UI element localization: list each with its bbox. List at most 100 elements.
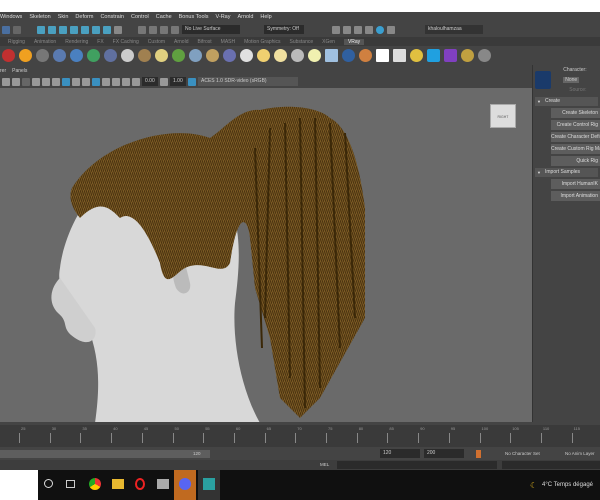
snap-live-icon[interactable] [103, 25, 111, 34]
color-management-icon[interactable] [188, 77, 196, 86]
gamma-field[interactable]: 1.00 [170, 77, 186, 86]
menu-vray[interactable]: V-Ray [216, 14, 231, 20]
vray-curve-icon[interactable] [206, 49, 219, 62]
vray-ball-icon[interactable] [223, 49, 236, 62]
create-section-header[interactable]: Create [535, 97, 598, 106]
vray-fur-icon[interactable] [138, 49, 151, 62]
isolate-icon[interactable] [102, 77, 110, 86]
tab-fx[interactable]: FX [97, 39, 103, 45]
menu-arnold[interactable]: Arnold [238, 14, 254, 20]
anim-end-field[interactable]: 200 [424, 449, 464, 458]
anim-layer-dropdown[interactable]: No Anim Layer [565, 451, 595, 456]
input-icon[interactable] [149, 25, 157, 34]
menu-help[interactable]: Help [260, 14, 271, 20]
playback-end-field[interactable]: 120 [380, 449, 420, 458]
vray-plant-icon[interactable] [172, 49, 185, 62]
wireframe-icon[interactable] [32, 77, 40, 86]
viewport[interactable]: RIGHT [0, 88, 532, 422]
light-editor-icon[interactable] [387, 25, 395, 34]
aa-icon[interactable] [122, 77, 130, 86]
range-bar[interactable] [0, 450, 210, 458]
menu-bonus-tools[interactable]: Bonus Tools [179, 14, 209, 20]
lasso-icon[interactable] [13, 25, 21, 34]
import-samples-header[interactable]: Import Samples [535, 168, 598, 177]
discord-taskbar-button[interactable] [174, 470, 196, 500]
vray-dots-icon[interactable] [461, 49, 474, 62]
snap-grid-icon[interactable] [37, 25, 45, 34]
tab-mash[interactable]: MASH [221, 39, 235, 45]
vray-mtl-icon[interactable] [342, 49, 355, 62]
history-icon[interactable] [138, 25, 146, 34]
shadows-icon[interactable] [72, 77, 80, 86]
render-icon[interactable] [332, 25, 340, 34]
vray-fire-icon[interactable] [19, 49, 32, 62]
command-input[interactable] [337, 461, 497, 469]
gamma-icon[interactable] [160, 77, 168, 86]
vray-blend-icon[interactable] [359, 49, 372, 62]
symmetry-dropdown[interactable]: Symmetry: Off [264, 25, 304, 34]
hypershade-icon[interactable] [365, 25, 373, 34]
film-gate-icon[interactable] [12, 77, 20, 86]
menu-cache[interactable]: Cache [156, 14, 172, 20]
mel-label[interactable]: MEL [320, 462, 329, 467]
construction-icon[interactable] [171, 25, 179, 34]
lights-icon[interactable] [62, 77, 70, 86]
lock-icon[interactable] [114, 25, 122, 34]
character-set-dropdown[interactable]: No Character Set [505, 451, 540, 456]
help-icon[interactable] [478, 49, 491, 62]
search-box[interactable] [0, 470, 38, 500]
menu-skeleton[interactable]: Skeleton [29, 14, 50, 20]
opera-icon[interactable] [135, 478, 145, 490]
menu-renderer[interactable]: rer [0, 68, 6, 74]
vray-render-icon[interactable] [2, 49, 15, 62]
output-icon[interactable] [160, 25, 168, 34]
character-dropdown[interactable]: None [563, 77, 580, 83]
menu-skin[interactable]: Skin [58, 14, 69, 20]
app-icon[interactable] [157, 479, 169, 489]
tab-custom[interactable]: Custom [148, 39, 165, 45]
file-explorer-icon[interactable] [112, 479, 124, 489]
vray-sphere-icon[interactable] [53, 49, 66, 62]
snap-curve-icon[interactable] [48, 25, 56, 34]
vray-sun-icon[interactable] [308, 49, 321, 62]
auto-key-icon[interactable] [476, 450, 481, 458]
exposure-icon[interactable] [132, 77, 140, 86]
menu-deform[interactable]: Deform [75, 14, 93, 20]
vray-bulb-icon[interactable] [410, 49, 423, 62]
user-account-dropdown[interactable]: khaloulhamzaa [425, 25, 483, 34]
tab-fx-caching[interactable]: FX Caching [113, 39, 139, 45]
vray-vision-icon[interactable] [444, 49, 457, 62]
snap-view-icon[interactable] [70, 25, 78, 34]
render-settings-icon[interactable] [354, 25, 362, 34]
vray-mesh-icon[interactable] [104, 49, 117, 62]
textured-icon[interactable] [52, 77, 60, 86]
create-character-definition-button[interactable]: Create Character Definition [551, 132, 600, 142]
vray-gear-icon[interactable] [189, 49, 202, 62]
task-view-icon[interactable] [66, 480, 75, 488]
menu-control[interactable]: Control [131, 14, 149, 20]
exposure-field[interactable]: 0.00 [142, 77, 158, 86]
vray-rect-light-icon[interactable] [325, 49, 338, 62]
vray-spot-icon[interactable] [257, 49, 270, 62]
shaded-icon[interactable] [42, 77, 50, 86]
vray-light-icon[interactable] [274, 49, 287, 62]
cortana-icon[interactable] [44, 479, 53, 488]
time-slider[interactable]: 25 30 35 40 45 50 55 60 65 70 75 80 85 90 95 100 105 110 1… [0, 425, 600, 447]
quick-rig-button[interactable]: Quick Rig [551, 156, 600, 166]
hud-icon[interactable] [112, 77, 120, 86]
create-skeleton-button[interactable]: Create Skeleton [551, 108, 600, 118]
vray-frame-buffer-icon[interactable] [393, 49, 406, 62]
menu-panels[interactable]: Panels [12, 68, 27, 74]
color-space-dropdown[interactable]: ACES 1.0 SDR-video (sRGB) [198, 77, 298, 86]
tab-rendering[interactable]: Rendering [65, 39, 88, 45]
vray-lamp-icon[interactable] [240, 49, 253, 62]
ao-icon[interactable] [82, 77, 90, 86]
vray-drop-icon[interactable] [70, 49, 83, 62]
xray-icon[interactable] [92, 77, 100, 86]
grid-icon[interactable] [22, 77, 30, 86]
select-tool-icon[interactable] [2, 25, 10, 34]
live-surface-field[interactable]: No Live Surface [182, 25, 240, 34]
import-humanik-button[interactable]: Import HumanIK [551, 179, 600, 189]
menu-constrain[interactable]: Constrain [100, 14, 124, 20]
tab-arnold[interactable]: Arnold [174, 39, 188, 45]
